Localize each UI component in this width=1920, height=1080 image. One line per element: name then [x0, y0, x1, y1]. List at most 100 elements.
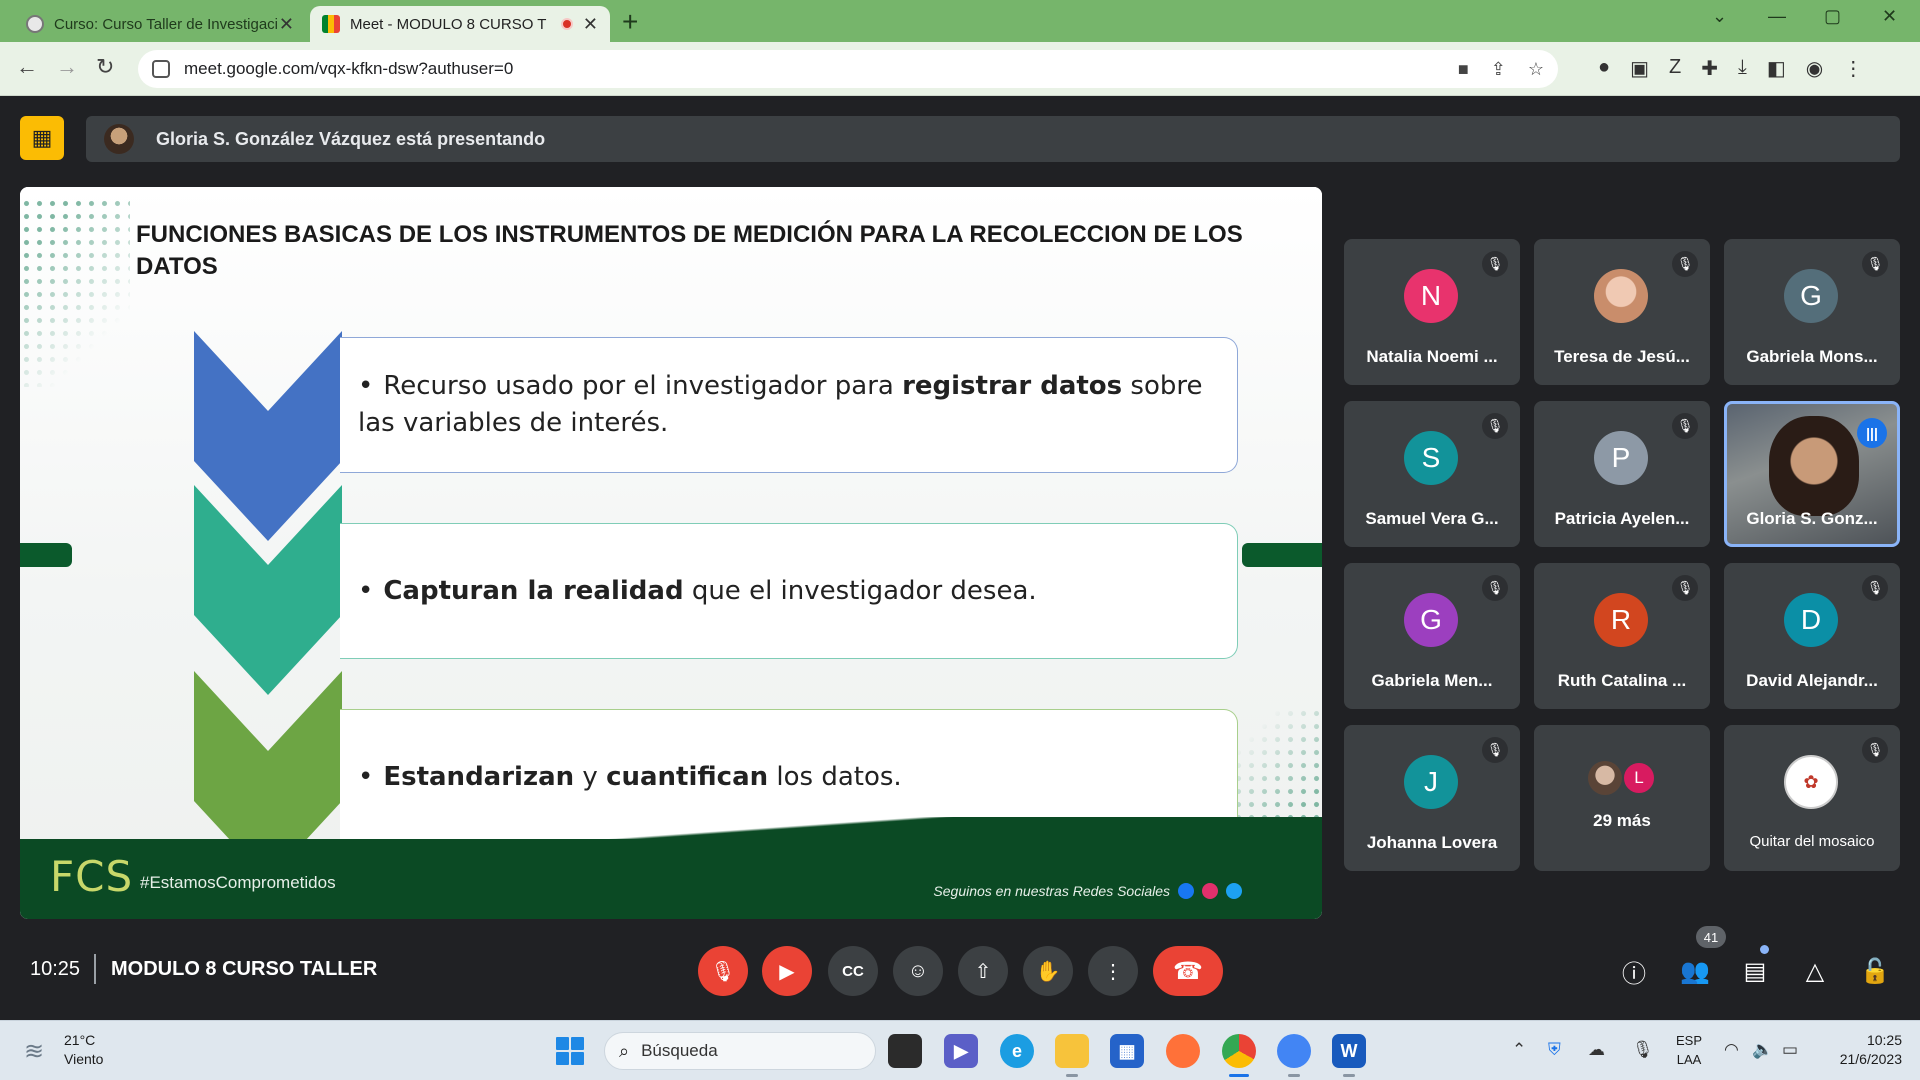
profile-avatar-icon[interactable]: ◉	[1806, 56, 1823, 81]
reactions-button[interactable]: ☺	[893, 946, 943, 996]
weather-condition: Viento	[64, 1051, 104, 1067]
unpin-tile[interactable]: 🎙 ✿ Quitar del mosaico	[1724, 725, 1900, 871]
extensions-puzzle-icon[interactable]: ✚	[1701, 56, 1718, 81]
raise-hand-button[interactable]: ✋	[1023, 946, 1073, 996]
new-tab-button[interactable]: +	[622, 6, 638, 38]
wind-weather-icon[interactable]: ≋	[24, 1037, 44, 1066]
participant-tile[interactable]: 🎙 N Natalia Noemi ...	[1344, 239, 1520, 385]
camera-in-use-icon[interactable]: ■	[1458, 59, 1469, 80]
present-now-button[interactable]: ⇧	[958, 946, 1008, 996]
item-bold-text: Capturan la realidad	[383, 575, 684, 606]
file-explorer-icon[interactable]	[1055, 1034, 1089, 1077]
site-info-icon[interactable]	[152, 60, 170, 78]
microphone-icon[interactable]: 🎙	[1632, 1040, 1654, 1060]
extension-screen-icon[interactable]: ▣	[1630, 56, 1649, 81]
file-tile-icon[interactable]	[888, 1034, 922, 1068]
chrome-profile-icon[interactable]	[1277, 1034, 1311, 1077]
input-language[interactable]: ESP LAA	[1676, 1031, 1702, 1069]
participant-name: Ruth Catalina ...	[1557, 671, 1687, 690]
close-window-button[interactable]: ✕	[1882, 6, 1897, 27]
tab-course[interactable]: Curso: Curso Taller de Investigaci ✕	[14, 6, 306, 42]
tray-overflow-icon[interactable]: ⌃	[1512, 1040, 1526, 1060]
battery-icon[interactable]: ▭	[1782, 1040, 1798, 1060]
wifi-icon[interactable]: ◠	[1724, 1040, 1739, 1060]
participant-name: David Alejandr...	[1746, 671, 1878, 690]
close-tab-icon[interactable]: ✕	[583, 14, 598, 35]
participant-tile-video[interactable]: ||| Gloria S. Gonz...	[1724, 401, 1900, 547]
start-button[interactable]	[556, 1037, 584, 1065]
stop-presenting-icon[interactable]: ▦	[20, 116, 64, 160]
teams-chat-icon[interactable]: ▶	[944, 1034, 978, 1068]
more-options-button[interactable]: ⋮	[1088, 946, 1138, 996]
firefox-icon[interactable]	[1166, 1034, 1200, 1068]
side-panel-icon[interactable]: ◧	[1767, 56, 1786, 81]
chat-icon[interactable]: ▤	[1738, 954, 1772, 988]
participant-tile[interactable]: 🎙 G Gabriela Mons...	[1724, 239, 1900, 385]
taskbar-search[interactable]: ⌕ Búsqueda	[604, 1032, 876, 1070]
extension-z-icon[interactable]: Z	[1669, 56, 1681, 81]
back-icon[interactable]: ←	[16, 54, 38, 80]
share-icon[interactable]: ⇪	[1491, 59, 1506, 80]
mic-off-icon: 🎙	[1482, 251, 1508, 277]
captions-button[interactable]: CC	[828, 946, 878, 996]
participant-video	[1769, 416, 1859, 516]
remove-from-mosaic-label: Quitar del mosaico	[1749, 833, 1875, 850]
participant-tile[interactable]: 🎙 G Gabriela Men...	[1344, 563, 1520, 709]
meeting-clock: 10:25	[30, 958, 81, 980]
weather-widget[interactable]: 21°C Viento	[64, 1031, 103, 1069]
participant-tile[interactable]: 🎙 P Patricia Ayelen...	[1534, 401, 1710, 547]
minimize-button[interactable]: —	[1768, 6, 1786, 27]
more-participants-tile[interactable]: L 29 más	[1534, 725, 1710, 871]
close-tab-icon[interactable]: ✕	[279, 14, 294, 35]
mic-off-icon: 🎙	[1672, 251, 1698, 277]
system-clock[interactable]: 10:25 21/6/2023	[1818, 1031, 1902, 1069]
camera-off-button[interactable]: ▶	[762, 946, 812, 996]
presentation-slide: FUNCIONES BASICAS DE LOS INSTRUMENTOS DE…	[20, 187, 1322, 919]
item-text: los datos.	[768, 761, 902, 792]
url-text: meet.google.com/vqx-kfkn-dsw?authuser=0	[184, 59, 514, 78]
reload-icon[interactable]: ↻	[96, 54, 114, 80]
participant-tile[interactable]: 🎙 Teresa de Jesú...	[1534, 239, 1710, 385]
downloads-icon[interactable]: ⤓	[1738, 56, 1747, 81]
leave-call-button[interactable]: ☎	[1153, 946, 1223, 996]
extension-owl-icon[interactable]: ●	[1598, 56, 1610, 81]
volume-icon[interactable]: 🔈	[1752, 1040, 1773, 1060]
item-bold-text: Estandarizan	[383, 761, 575, 792]
dots-decoration	[20, 197, 130, 387]
host-controls-icon[interactable]: 🔓	[1858, 954, 1892, 988]
microsoft-store-icon[interactable]: ▦	[1110, 1034, 1144, 1068]
participant-count-badge: 41	[1696, 926, 1726, 948]
item-bold-text: registrar datos	[902, 371, 1123, 401]
participant-name: Natalia Noemi ...	[1366, 347, 1498, 366]
participant-tile[interactable]: 🎙 D David Alejandr...	[1724, 563, 1900, 709]
search-icon: ⌕	[619, 1040, 630, 1061]
chrome-icon[interactable]	[1222, 1034, 1256, 1077]
mic-off-button[interactable]: 🎙	[698, 946, 748, 996]
mic-off-icon: 🎙	[1672, 413, 1698, 439]
address-bar[interactable]: meet.google.com/vqx-kfkn-dsw?authuser=0 …	[138, 50, 1558, 88]
bookmark-star-icon[interactable]: ☆	[1528, 59, 1544, 80]
green-accent-bar	[20, 543, 72, 567]
tab-search-icon[interactable]: ⌄	[1712, 6, 1727, 27]
participant-tile[interactable]: 🎙 R Ruth Catalina ...	[1534, 563, 1710, 709]
mic-off-icon: 🎙	[1862, 737, 1888, 763]
people-icon[interactable]: 👥	[1678, 954, 1712, 988]
meeting-details-icon[interactable]: ⓘ	[1617, 954, 1651, 988]
forward-icon[interactable]: →	[56, 54, 78, 80]
new-message-indicator	[1760, 945, 1769, 954]
word-icon[interactable]: W	[1332, 1034, 1366, 1077]
clock-date: 21/6/2023	[1839, 1051, 1902, 1067]
participant-name: Teresa de Jesú...	[1554, 347, 1690, 366]
activities-icon[interactable]: △	[1798, 954, 1832, 988]
maximize-button[interactable]: ▢	[1824, 6, 1841, 27]
slide-item-1: • Recurso usado por el investigador para …	[340, 337, 1238, 473]
participant-tile[interactable]: 🎙 J Johanna Lovera	[1344, 725, 1520, 871]
defender-shield-icon[interactable]: ⛨	[1548, 1040, 1561, 1060]
browser-menu-icon[interactable]: ⋮	[1843, 56, 1863, 81]
item-text: que el investigador desea.	[683, 575, 1037, 606]
onedrive-icon[interactable]: ☁	[1588, 1040, 1605, 1060]
participant-tile[interactable]: 🎙 S Samuel Vera G...	[1344, 401, 1520, 547]
green-accent-bar	[1242, 543, 1322, 567]
edge-icon[interactable]: e	[1000, 1034, 1034, 1068]
tab-meet[interactable]: Meet - MODULO 8 CURSO T ✕	[310, 6, 610, 42]
